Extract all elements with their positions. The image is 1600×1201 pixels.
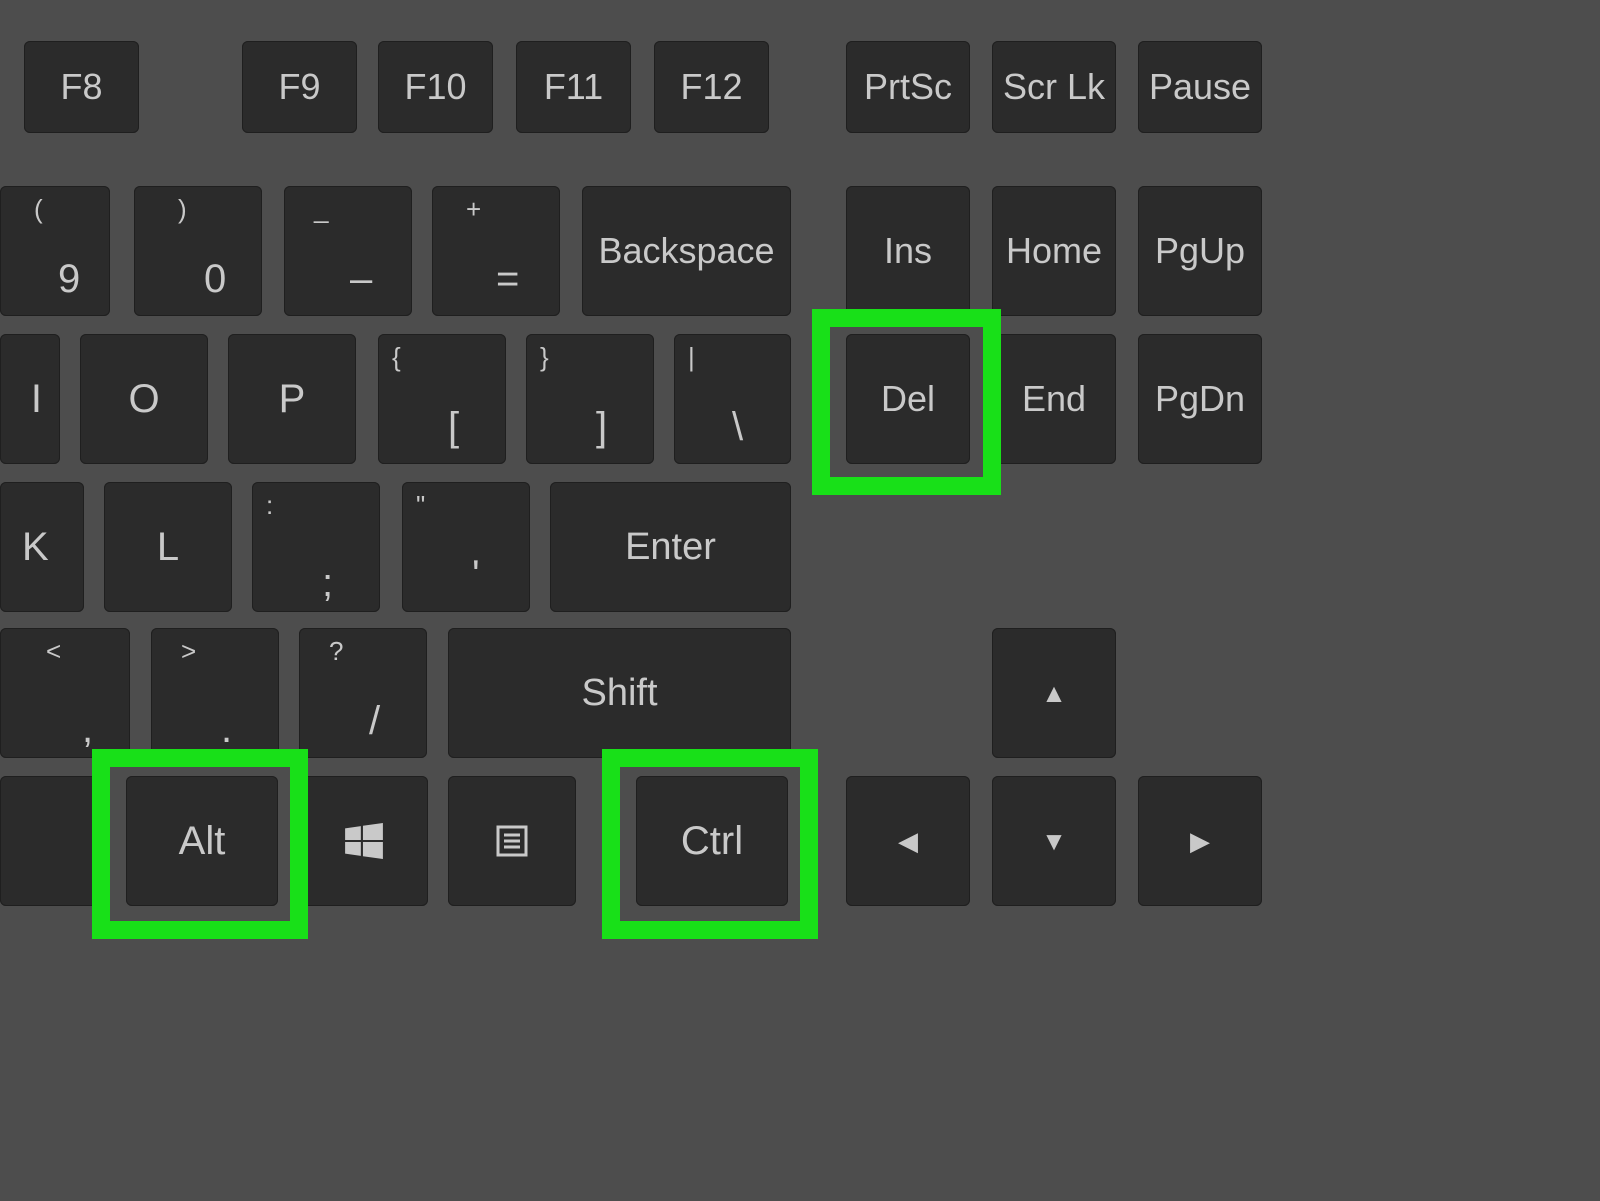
key-label: Ins xyxy=(884,230,932,272)
key-scrlk[interactable]: Scr Lk xyxy=(992,41,1116,133)
key-lower: . xyxy=(221,707,232,752)
key-upper: } xyxy=(540,342,549,373)
key-rbracket[interactable]: } ] xyxy=(526,334,654,464)
key-label: Pause xyxy=(1149,66,1251,108)
key-lower: ] xyxy=(596,405,607,450)
key-label: PrtSc xyxy=(864,66,952,108)
key-lower: ; xyxy=(322,561,333,606)
key-upper: ? xyxy=(329,636,343,667)
key-ins[interactable]: Ins xyxy=(846,186,970,316)
key-label: L xyxy=(157,525,179,570)
key-o[interactable]: O xyxy=(80,334,208,464)
key-label: F12 xyxy=(680,66,742,108)
key-lower: [ xyxy=(448,405,459,450)
key-label: Alt xyxy=(179,819,226,864)
key-backspace[interactable]: Backspace xyxy=(582,186,791,316)
key-label: F9 xyxy=(278,66,320,108)
key-f9[interactable]: F9 xyxy=(242,41,357,133)
key-label: Enter xyxy=(625,526,716,569)
key-label: Del xyxy=(881,378,935,420)
key-equals[interactable]: + = xyxy=(432,186,560,316)
key-label: PgUp xyxy=(1155,230,1245,272)
key-prtsc[interactable]: PrtSc xyxy=(846,41,970,133)
key-del[interactable]: Del xyxy=(846,334,970,464)
key-label: Ctrl xyxy=(681,819,743,864)
key-pause[interactable]: Pause xyxy=(1138,41,1262,133)
key-label: K xyxy=(22,525,49,570)
key-slash[interactable]: ? / xyxy=(299,628,427,758)
key-home[interactable]: Home xyxy=(992,186,1116,316)
key-f12[interactable]: F12 xyxy=(654,41,769,133)
key-l[interactable]: L xyxy=(104,482,232,612)
key-backslash[interactable]: | \ xyxy=(674,334,791,464)
key-enter[interactable]: Enter xyxy=(550,482,791,612)
key-0[interactable]: ) 0 xyxy=(134,186,262,316)
menu-icon xyxy=(492,821,532,861)
key-f8[interactable]: F8 xyxy=(24,41,139,133)
key-windows[interactable] xyxy=(300,776,428,906)
key-9[interactable]: ( 9 xyxy=(0,186,110,316)
key-label: F11 xyxy=(544,66,603,108)
key-arrow-left[interactable]: ◀ xyxy=(846,776,970,906)
key-upper: ) xyxy=(178,194,187,225)
key-label: F8 xyxy=(60,66,102,108)
key-menu[interactable] xyxy=(448,776,576,906)
key-lower: 0 xyxy=(204,257,226,302)
key-lower: ' xyxy=(472,553,480,598)
arrow-up-icon: ▲ xyxy=(1041,678,1067,709)
windows-icon xyxy=(343,820,385,862)
key-k[interactable]: K xyxy=(0,482,84,612)
key-arrow-down[interactable]: ▼ xyxy=(992,776,1116,906)
key-semicolon[interactable]: : ; xyxy=(252,482,380,612)
key-ctrl[interactable]: Ctrl xyxy=(636,776,788,906)
key-upper: _ xyxy=(314,194,328,225)
key-pgup[interactable]: PgUp xyxy=(1138,186,1262,316)
arrow-right-icon: ▶ xyxy=(1190,826,1210,857)
key-p[interactable]: P xyxy=(228,334,356,464)
arrow-down-icon: ▼ xyxy=(1041,826,1067,857)
key-lower: , xyxy=(82,707,93,752)
key-label: Scr Lk xyxy=(1003,66,1105,108)
key-shift[interactable]: Shift xyxy=(448,628,791,758)
key-period[interactable]: > . xyxy=(151,628,279,758)
key-lower: – xyxy=(350,257,372,302)
key-label: End xyxy=(1022,378,1086,420)
key-upper: < xyxy=(46,636,61,667)
key-upper: : xyxy=(266,490,273,521)
key-f10[interactable]: F10 xyxy=(378,41,493,133)
key-label: Shift xyxy=(581,672,657,715)
key-minus[interactable]: _ – xyxy=(284,186,412,316)
arrow-left-icon: ◀ xyxy=(898,826,918,857)
key-arrow-right[interactable]: ▶ xyxy=(1138,776,1262,906)
key-f11[interactable]: F11 xyxy=(516,41,631,133)
key-label: F10 xyxy=(404,66,466,108)
key-pgdn[interactable]: PgDn xyxy=(1138,334,1262,464)
key-i[interactable]: I xyxy=(0,334,60,464)
key-upper: ( xyxy=(34,194,43,225)
keyboard: F8 F9 F10 F11 F12 PrtSc Scr Lk Pause ( 9… xyxy=(0,0,1600,1201)
key-label: Home xyxy=(1006,230,1102,272)
key-upper: > xyxy=(181,636,196,667)
key-lower: / xyxy=(369,699,380,744)
key-quote[interactable]: " ' xyxy=(402,482,530,612)
key-end[interactable]: End xyxy=(992,334,1116,464)
key-upper: | xyxy=(688,342,695,373)
key-upper: + xyxy=(466,194,481,225)
key-lower: \ xyxy=(732,405,743,450)
key-lower: 9 xyxy=(58,257,80,302)
key-lower: = xyxy=(496,257,519,302)
key-upper: { xyxy=(392,342,401,373)
key-comma[interactable]: < , xyxy=(0,628,130,758)
key-label: PgDn xyxy=(1155,378,1245,420)
key-upper: " xyxy=(416,490,425,521)
key-label: O xyxy=(128,377,159,422)
key-lbracket[interactable]: { [ xyxy=(378,334,506,464)
key-label: Backspace xyxy=(598,230,774,272)
key-label: I xyxy=(31,377,42,422)
key-label: P xyxy=(279,377,306,422)
key-alt[interactable]: Alt xyxy=(126,776,278,906)
key-arrow-up[interactable]: ▲ xyxy=(992,628,1116,758)
key-unknown-left[interactable] xyxy=(0,776,106,906)
